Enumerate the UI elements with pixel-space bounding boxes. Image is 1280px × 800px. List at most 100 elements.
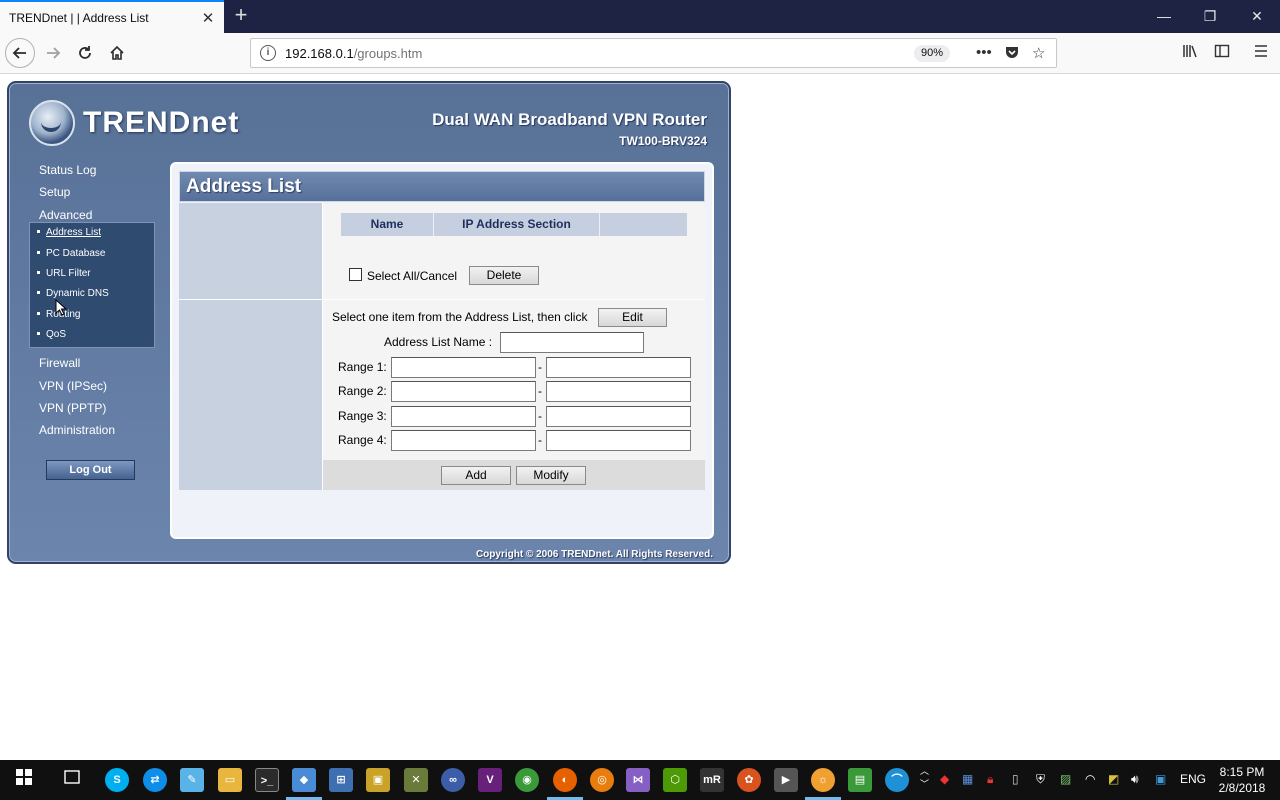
close-window-button[interactable]: ✕: [1234, 0, 1280, 33]
menu-vpn-ipsec[interactable]: VPN (IPSec): [39, 379, 107, 393]
minimize-button[interactable]: —: [1141, 0, 1187, 33]
range-separator: -: [538, 384, 542, 398]
new-tab-button[interactable]: +: [228, 3, 254, 29]
visual-studio-icon[interactable]: V: [478, 768, 502, 792]
tray-app-icon[interactable]: ◆: [940, 772, 949, 786]
task-view-icon[interactable]: [60, 768, 84, 792]
firefox-icon[interactable]: ◐: [553, 768, 577, 792]
menu-setup[interactable]: Setup: [39, 185, 70, 199]
menu-icon[interactable]: [1253, 43, 1269, 64]
range-4-start-input[interactable]: [391, 430, 536, 451]
security-shield-icon[interactable]: ⛨: [1036, 772, 1045, 787]
terminal-icon[interactable]: >_: [255, 768, 279, 792]
submenu-dynamic-dns[interactable]: Dynamic DNS: [37, 288, 109, 299]
range-4-end-input[interactable]: [546, 430, 691, 451]
menu-advanced[interactable]: Advanced: [39, 208, 92, 222]
teamviewer-icon[interactable]: ⇄: [143, 768, 167, 792]
tray-app-icon[interactable]: ▨: [1060, 772, 1071, 786]
menu-administration[interactable]: Administration: [39, 423, 115, 437]
usb-icon[interactable]: ▯: [1012, 772, 1019, 786]
submenu-label: URL Filter: [46, 268, 91, 279]
bullet: [37, 270, 40, 274]
clock-time: 8:15 PM: [1219, 765, 1265, 779]
windows-start-icon[interactable]: [12, 768, 36, 792]
app-icon[interactable]: ◆: [292, 768, 316, 792]
close-tab-icon[interactable]: ✕: [196, 9, 220, 27]
file-explorer-icon[interactable]: ▭: [218, 768, 242, 792]
delete-button[interactable]: Delete: [469, 266, 539, 285]
wifi-icon[interactable]: ◠: [1085, 772, 1095, 786]
pocket-icon[interactable]: [1004, 44, 1020, 64]
submenu-address-list[interactable]: Address List: [37, 227, 101, 238]
logout-button[interactable]: Log Out: [46, 460, 135, 480]
info-icon[interactable]: i: [260, 45, 276, 61]
edit-button[interactable]: Edit: [598, 308, 667, 327]
restore-button[interactable]: ❐: [1187, 0, 1233, 33]
infinity-app-icon[interactable]: ∞: [441, 768, 465, 792]
submenu-url-filter[interactable]: URL Filter: [37, 268, 91, 279]
logo-globe-icon: [29, 100, 75, 146]
range-1-end-input[interactable]: [546, 357, 691, 378]
network-tool-icon[interactable]: ⊞: [329, 768, 353, 792]
app-icon[interactable]: ☼: [811, 768, 835, 792]
input-language[interactable]: ENG: [1180, 772, 1206, 786]
tray-app-icon[interactable]: ▦: [962, 772, 973, 786]
app-icon[interactable]: ⬡: [663, 768, 687, 792]
tools-icon[interactable]: ✕: [404, 768, 428, 792]
address-list-name-input[interactable]: [500, 332, 644, 353]
submenu-label: Dynamic DNS: [46, 288, 109, 299]
library-icon[interactable]: [1182, 43, 1198, 64]
system-clock[interactable]: 8:15 PM 2/8/2018: [1212, 764, 1272, 796]
app-icon[interactable]: ✿: [737, 768, 761, 792]
brand-name: TRENDnet: [83, 106, 240, 139]
app-icon[interactable]: ▣: [366, 768, 390, 792]
lock-icon[interactable]: 🔒︎: [987, 772, 993, 787]
zoom-indicator[interactable]: 90%: [914, 45, 950, 62]
url-text[interactable]: 192.168.0.1/groups.htm: [285, 46, 422, 61]
skype-icon[interactable]: S: [105, 768, 129, 792]
select-all-label: Select All/Cancel: [367, 269, 458, 283]
forward-arrow-icon[interactable]: [38, 39, 68, 67]
range-4-label: Range 4:: [338, 433, 387, 447]
blender-icon[interactable]: ◎: [590, 768, 614, 792]
copyright-notice: Copyright © 2006 TRENDnet. All Rights Re…: [475, 549, 713, 560]
router-frame: TRENDnet Dual WAN Broadband VPN Router T…: [7, 81, 731, 564]
menu-status-log[interactable]: Status Log: [39, 163, 96, 177]
range-2-end-input[interactable]: [546, 381, 691, 402]
browser-toolbar: i 192.168.0.1/groups.htm 90% ••• ☆: [0, 33, 1280, 74]
tray-app-icon[interactable]: ▣: [1155, 772, 1166, 786]
modify-button[interactable]: Modify: [516, 466, 586, 485]
column-header-name: Name: [341, 213, 434, 236]
add-button[interactable]: Add: [441, 466, 511, 485]
app-icon[interactable]: ⌒: [885, 768, 909, 792]
range-2-start-input[interactable]: [391, 381, 536, 402]
menu-vpn-pptp[interactable]: VPN (PPTP): [39, 401, 106, 415]
vs-code-icon[interactable]: ⋈: [626, 768, 650, 792]
sidebar-icon[interactable]: [1214, 43, 1230, 64]
volume-icon[interactable]: 🔊︎: [1131, 772, 1139, 787]
address-bar[interactable]: i 192.168.0.1/groups.htm 90% ••• ☆: [250, 38, 1057, 68]
submenu-label: PC Database: [46, 248, 106, 259]
spreadsheet-icon[interactable]: ▤: [848, 768, 872, 792]
browser-tab[interactable]: TRENDnet | | Address List ✕: [0, 0, 224, 33]
globe-app-icon[interactable]: ◉: [515, 768, 539, 792]
submenu-qos[interactable]: QoS: [37, 329, 66, 340]
browser-tab-bar: TRENDnet | | Address List ✕ + — ❐ ✕: [0, 0, 1280, 33]
address-list-section: Name IP Address Section Select All/Cance…: [323, 203, 705, 299]
reload-icon[interactable]: [70, 39, 100, 67]
select-all-checkbox[interactable]: [349, 268, 362, 281]
submenu-pc-database[interactable]: PC Database: [37, 248, 105, 259]
range-3-start-input[interactable]: [391, 406, 536, 427]
show-hidden-icons[interactable]: ︿ ﹀: [920, 764, 929, 790]
tray-app-icon[interactable]: ◩: [1108, 772, 1119, 786]
range-3-end-input[interactable]: [546, 406, 691, 427]
menu-firewall[interactable]: Firewall: [39, 356, 80, 370]
media-app-icon[interactable]: ▶: [774, 768, 798, 792]
bookmark-star-icon[interactable]: ☆: [1032, 44, 1045, 62]
mremote-icon[interactable]: mR: [700, 768, 724, 792]
home-icon[interactable]: [102, 39, 132, 67]
range-1-start-input[interactable]: [391, 357, 536, 378]
notepad-icon[interactable]: ✎: [180, 768, 204, 792]
page-actions-icon[interactable]: •••: [976, 44, 992, 61]
back-arrow-icon[interactable]: [5, 38, 35, 68]
